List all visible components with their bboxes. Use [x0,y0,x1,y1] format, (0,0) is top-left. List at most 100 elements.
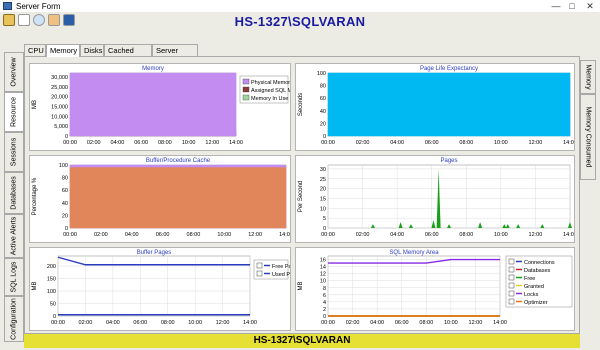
legend-label: Locks [524,292,539,298]
x-tick-label: 12:00 [469,320,483,326]
x-tick-label: 14:00 [563,140,575,146]
status-bar: HS-1327\SQLVARAN [24,334,580,348]
x-tick-label: 02:00 [94,232,108,238]
x-tick-label: 00:00 [51,320,65,326]
y-axis-label: Per Second [298,181,304,212]
maximize-button[interactable]: □ [564,0,580,12]
buffer-cache-chart-panel: Buffer/Procedure Cache Percentage % 0 20 40 6… [29,155,291,243]
legend-checkbox [508,258,515,265]
x-tick-label: 10:00 [188,320,202,326]
x-tick-label: 06:00 [395,320,409,326]
x-tick-label: 14:00 [279,232,291,238]
x-tick-label: 10:00 [494,232,508,238]
x-tick-label: 00:00 [63,140,77,146]
y-tick-label: 25 [320,177,326,183]
x-tick-label: 04:00 [125,232,139,238]
x-tick-label: 08:00 [158,140,172,146]
x-tick-label: 08:00 [419,320,433,326]
tab-databases[interactable]: Databases [4,172,24,214]
y-tick-label: 50 [50,302,56,308]
window-title: Server Form [16,2,61,11]
tab-disks[interactable]: Disks [80,44,104,56]
y-axis-label: MB [32,282,38,291]
x-tick-label: 14:00 [243,320,257,326]
y-tick-label: 20 [62,213,68,219]
y-axis-label: Percentage % [32,177,38,215]
x-tick-label: 12:00 [216,320,230,326]
legend-checkbox [508,266,515,273]
minimize-button[interactable]: — [548,0,564,12]
y-tick-label: 30,000 [51,75,68,81]
legend-label: Optimizer [524,300,548,306]
x-tick-label: 10:00 [182,140,196,146]
x-tick-label: 06:00 [425,140,439,146]
y-tick-label: 10 [320,279,326,285]
app-icon [3,2,12,10]
tab-configuration[interactable]: Configuration [4,296,24,342]
x-tick-label: 02:00 [87,140,101,146]
x-tick-label: 08:00 [161,320,175,326]
x-tick-label: 02:00 [356,140,370,146]
x-tick-label: 04:00 [370,320,384,326]
y-tick-label: 100 [317,71,326,77]
y-tick-label: 40 [320,109,326,115]
x-tick-label: 02:00 [79,320,93,326]
tab-cpu[interactable]: CPU [24,44,46,56]
x-tick-label: 00:00 [321,320,335,326]
legend-checkbox [508,282,515,289]
tab-overview[interactable]: Overview [4,52,24,92]
legend-checkbox [508,290,515,297]
y-tick-label: 14 [320,265,326,271]
y-tick-label: 2 [323,307,326,313]
x-tick-label: 08:00 [459,140,473,146]
x-tick-label: 14:00 [229,140,243,146]
chart-title: Buffer/Procedure Cache [146,158,211,164]
tab-server-waits[interactable]: Server Waits [152,44,198,67]
y-axis-label: Seconds [298,93,304,116]
legend-label: Connections [524,260,555,266]
x-tick-label: 08:00 [459,232,473,238]
tab-resource[interactable]: Resource [4,92,24,132]
x-tick-label: 06:00 [133,320,147,326]
x-tick-label: 02:00 [356,232,370,238]
y-tick-label: 100 [47,289,56,295]
charts-area: Memory MB 0 5,000 10,000 15,000 20,000 25,000 30… [24,56,580,334]
y-tick-label: 5,000 [54,124,68,130]
legend-checkbox [508,274,515,281]
x-tick-label: 14:00 [563,232,575,238]
x-tick-label: 00:00 [321,140,335,146]
x-tick-label: 06:00 [425,232,439,238]
chart-title: Memory [142,66,164,72]
pages-chart-panel: Pages Per Second 0 5 10 15 20 25 30 00:00 02:00 04:… [295,155,575,243]
y-axis-label: MB [298,282,304,291]
y-tick-label: 80 [62,176,68,182]
close-button[interactable]: ✕ [582,0,598,12]
tab-sql-logs[interactable]: SQL Logs [4,258,24,296]
legend-label: Free Pages [272,264,291,270]
x-tick-label: 10:00 [217,232,231,238]
x-tick-label: 12:00 [529,140,543,146]
y-tick-label: 6 [323,293,326,299]
x-tick-label: 12:00 [205,140,219,146]
y-tick-label: 40 [62,201,68,207]
tab-cached-plans[interactable]: Cached Plans [104,44,152,67]
tab-memory[interactable]: Memory [46,44,80,57]
page-life-chart-panel: Page Life Expectancy Seconds 0 20 40 60 80 100 0… [295,63,575,151]
chart-title: SQL Memory Area [389,250,439,256]
tab-sessions[interactable]: Sessions [4,132,24,172]
tab-memory-side[interactable]: Memory [580,60,596,94]
y-tick-label: 20 [320,187,326,193]
y-tick-label: 80 [320,84,326,90]
y-tick-label: 5 [323,216,326,222]
y-tick-label: 60 [320,96,326,102]
y-tick-label: 150 [47,277,56,283]
area-series [69,167,287,229]
y-tick-label: 12 [320,272,326,278]
legend-label: Free [524,276,535,282]
tab-active-alerts[interactable]: Active Alerts [4,214,24,258]
y-tick-label: 20 [320,121,326,127]
tab-memory-consumed[interactable]: Memory Consumed [580,94,596,180]
y-tick-label: 10 [320,206,326,212]
x-tick-label: 10:00 [494,140,508,146]
x-tick-label: 04:00 [390,140,404,146]
